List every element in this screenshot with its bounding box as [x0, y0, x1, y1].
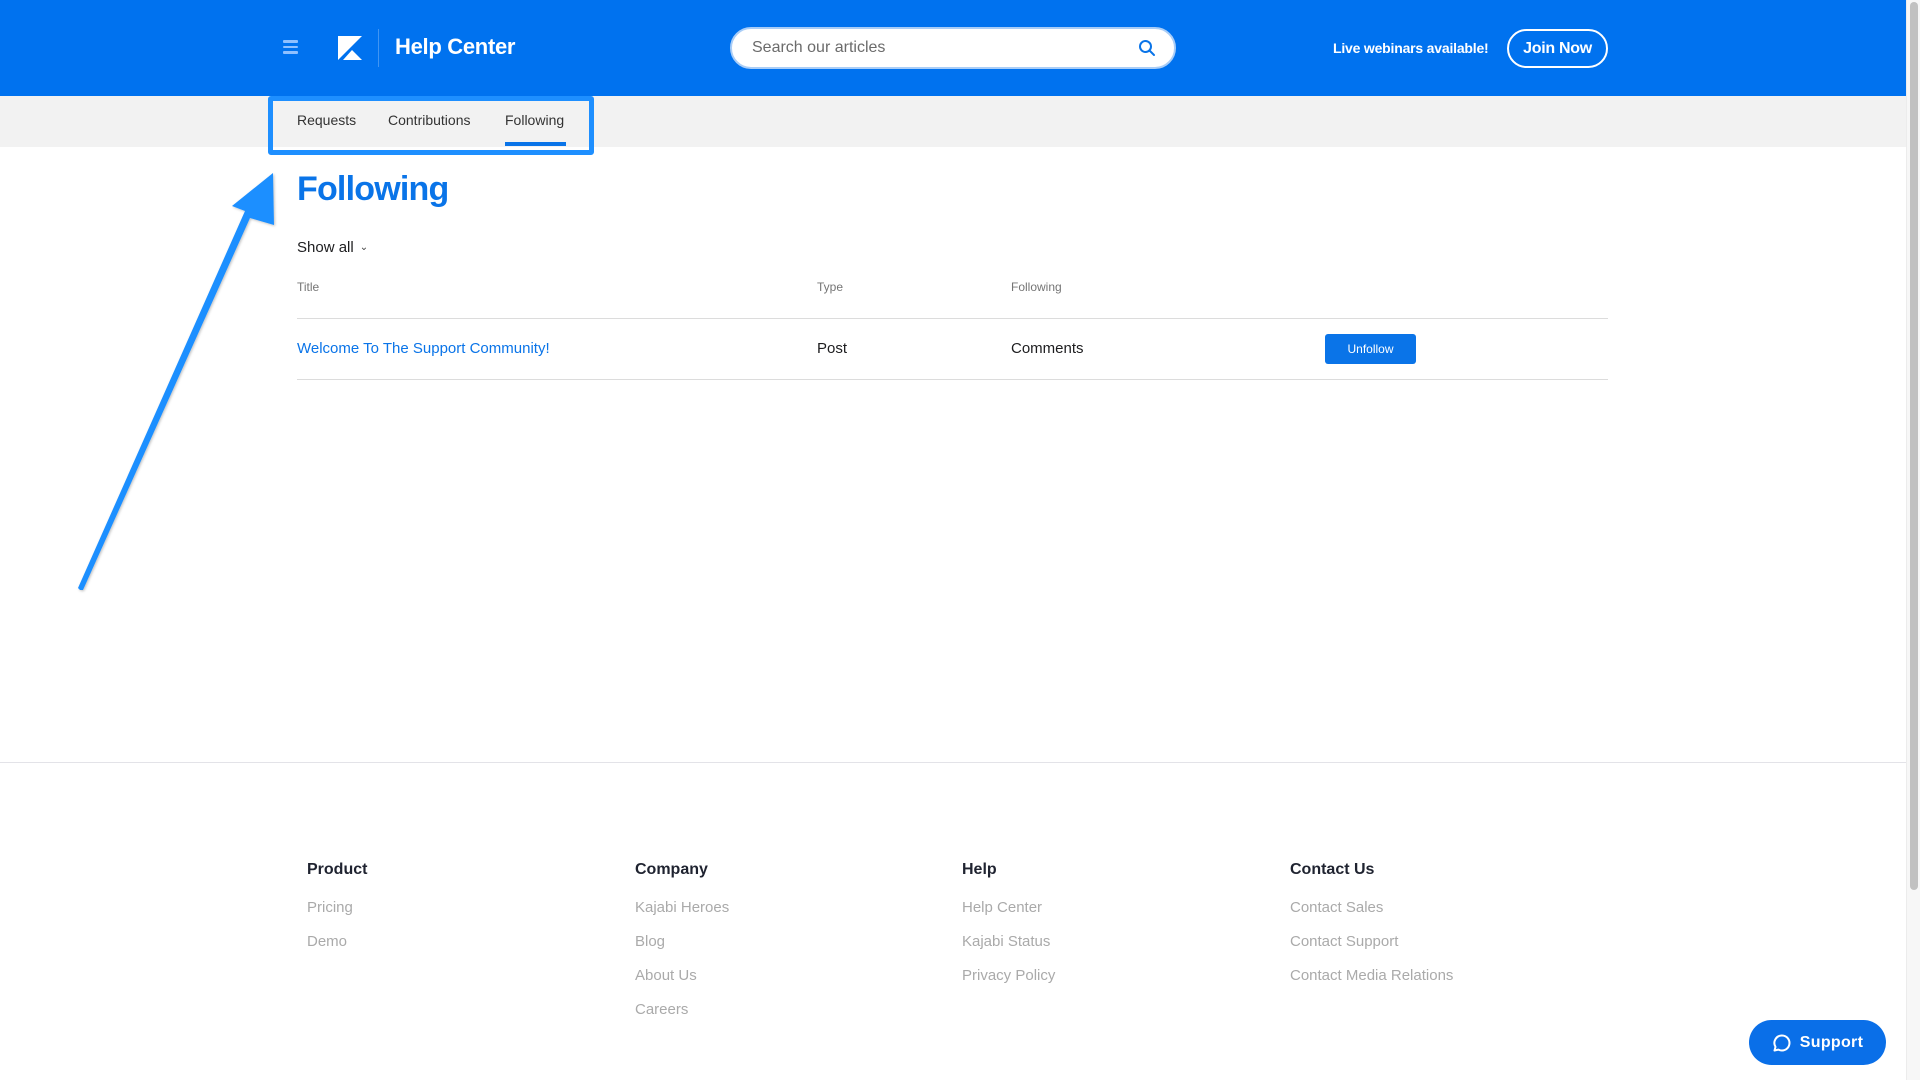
footer-link-careers[interactable]: Careers [635, 1001, 729, 1035]
table-divider [297, 318, 1608, 319]
footer-column-company: Company Kajabi Heroes Blog About Us Care… [635, 861, 729, 1035]
row-following: Comments [1011, 340, 1084, 357]
top-header: Help Center Live webinars available! Joi… [0, 0, 1906, 96]
footer-link-pricing[interactable]: Pricing [307, 899, 367, 933]
footer-link-demo[interactable]: Demo [307, 933, 367, 967]
header-divider [378, 29, 379, 67]
table-divider [297, 379, 1608, 380]
help-center-title[interactable]: Help Center [395, 34, 515, 60]
page-title: Following [297, 170, 449, 208]
chevron-down-icon: ⌄ [359, 242, 369, 253]
row-type: Post [817, 340, 848, 357]
footer-heading: Contact Us [1290, 861, 1375, 878]
tab-contributions[interactable]: Contributions [388, 112, 471, 128]
page-scrollbar[interactable] [1906, 0, 1920, 1080]
column-header-following: Following [1011, 280, 1062, 294]
footer-column-help: Help Help Center Kajabi Status Privacy P… [962, 861, 1055, 1001]
footer-heading: Company [635, 861, 708, 878]
footer-link-contact-media[interactable]: Contact Media Relations [1290, 967, 1453, 1001]
join-now-button[interactable]: Join Now [1507, 29, 1608, 68]
chat-bubble-icon [1773, 1033, 1791, 1051]
show-all-filter[interactable]: Show all ⌄ [297, 239, 368, 256]
filter-label: Show all [297, 239, 354, 256]
column-header-type: Type [817, 280, 844, 294]
footer-link-contact-support[interactable]: Contact Support [1290, 933, 1453, 967]
scrollbar-thumb[interactable] [1910, 2, 1918, 890]
webinar-promo-text: Live webinars available! [1333, 40, 1489, 56]
footer-link-about-us[interactable]: About Us [635, 967, 729, 1001]
search-box[interactable] [730, 27, 1176, 69]
kajabi-logo-icon[interactable] [338, 36, 362, 60]
row-title-link[interactable]: Welcome To The Support Community! [297, 340, 550, 357]
active-tab-indicator [505, 142, 566, 146]
footer-heading: Product [307, 861, 368, 878]
footer-link-kajabi-status[interactable]: Kajabi Status [962, 933, 1055, 967]
footer-heading: Help [962, 861, 997, 878]
column-header-title: Title [297, 280, 320, 294]
footer-link-privacy-policy[interactable]: Privacy Policy [962, 967, 1055, 1001]
unfollow-button[interactable]: Unfollow [1325, 334, 1416, 364]
support-widget-button[interactable]: Support [1749, 1020, 1886, 1065]
footer-column-product: Product Pricing Demo [307, 861, 367, 967]
footer-column-contact: Contact Us Contact Sales Contact Support… [1290, 861, 1453, 1001]
arrow-shape [78, 173, 274, 590]
tab-requests[interactable]: Requests [297, 112, 356, 128]
subnav-bar [0, 96, 1906, 147]
search-icon[interactable] [1138, 39, 1156, 57]
footer-link-contact-sales[interactable]: Contact Sales [1290, 899, 1453, 933]
hamburger-icon[interactable] [283, 40, 298, 54]
footer-divider [0, 762, 1906, 763]
tab-following[interactable]: Following [505, 112, 564, 128]
footer-link-blog[interactable]: Blog [635, 933, 729, 967]
support-label: Support [1799, 1033, 1864, 1051]
search-input[interactable] [752, 29, 1122, 67]
footer-link-help-center[interactable]: Help Center [962, 899, 1055, 933]
footer-link-kajabi-heroes[interactable]: Kajabi Heroes [635, 899, 729, 933]
